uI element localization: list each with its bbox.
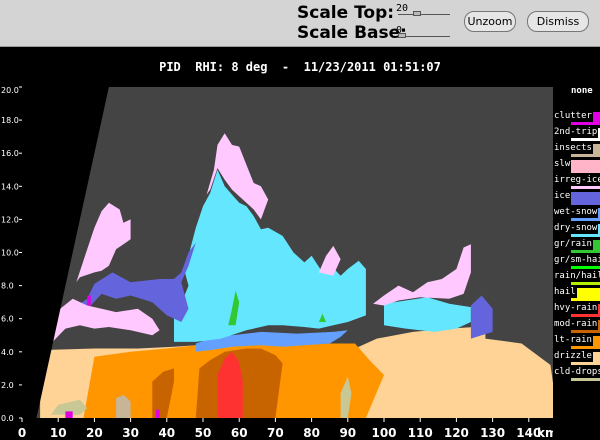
legend-label: insects [553,143,593,154]
x-tick-label: 110 [408,426,433,440]
y-tick-label: 2.0 [1,381,14,390]
rhi-plot[interactable]: 0.02.04.06.08.010.012.014.016.018.020.0 … [0,86,553,440]
scale-top-thumb[interactable] [412,11,421,16]
scale-base-label: Scale Base: [297,23,407,43]
y-tick-label: 10.0 [1,249,19,258]
legend-label: ice [553,191,572,202]
legend-label: rain/hail [553,271,600,282]
legend-none-label: none [571,86,593,96]
legend-label: clutter [553,111,593,122]
legend-label: gr/rain [553,239,593,250]
unzoom-button[interactable]: Unzoom [464,11,516,32]
legend-item: dry-snow [553,222,600,238]
legend-item: gr/sm-hail [553,254,600,270]
legend-item: cld-drops [553,366,600,382]
y-tick-label: 0.0 [1,414,14,423]
x-tick-label: 20 [86,426,103,440]
y-tick-label: 4.0 [1,348,14,357]
scale-top-label: Scale Top: [297,3,395,23]
legend-item: drizzle [553,350,600,366]
y-tick-label: 16.0 [1,149,19,158]
legend-label: drizzle [553,351,593,362]
legend-item: rain/hail [553,270,600,286]
legend-label: irreg-ice [553,175,600,186]
toolbar: Scale Top: 20 Scale Base: 0 Unzoom Dismi… [0,0,600,47]
legend-item: lt-rain [553,334,600,350]
x-tick-label: 90 [339,426,356,440]
legend-swatch [571,160,600,173]
x-tick-label: 0 [18,426,26,440]
y-tick-label: 20.0 [1,86,19,95]
x-tick-label: 100 [371,426,396,440]
legend-label: dry-snow [553,223,599,234]
legend-label: 2nd-trip [553,127,599,138]
y-tick-label: 14.0 [1,182,19,191]
legend-label: gr/sm-hail [553,255,600,266]
legend-label: hail [553,287,577,298]
scale-base-thumb[interactable] [398,33,406,38]
y-tick-label: 6.0 [1,315,14,324]
legend-label: hvy-rain [553,303,599,314]
region-clutter [87,295,91,306]
x-tick-label: 10 [50,426,67,440]
y-axis: 0.0 2.0 4.0 6.0 8.0 10.0 12.0 14.0 16.0 18.0 20.0 [1,86,22,423]
legend-item: gr/rain [553,238,600,254]
x-tick-label: 70 [267,426,284,440]
legend-item: 2nd-trip [553,126,600,142]
x-tick-label: 120 [444,426,469,440]
legend-label: mod-rain [553,319,599,330]
dismiss-button[interactable]: Dismiss [527,11,589,32]
x-tick-label: 60 [231,426,248,440]
plot-title: PID RHI: 8 deg - 11/23/2011 01:51:07 [159,60,441,74]
legend-item: hail [553,286,600,302]
legend-label: slw [553,159,572,170]
legend-item: irreg-ice [553,174,600,190]
legend-item: hvy-rain [553,302,600,318]
y-tick-label: 8.0 [1,282,14,291]
legend-label: lt-rain [553,335,593,346]
region-clutter [155,409,160,418]
legend-item: insects [553,142,600,158]
legend-item: mod-rain [553,318,600,334]
x-tick-label: 30 [122,426,139,440]
scale-top-value: 20 [396,3,409,14]
x-tick-label: 130 [480,426,505,440]
scale-top-slider[interactable]: 20 [396,3,454,19]
legend-item: clutter [553,110,600,126]
scale-top-track[interactable] [398,14,450,15]
y-tick-label: 12.0 [1,215,19,224]
y-tick-label: 18.0 [1,116,19,125]
scale-base-slider[interactable]: 0 [396,25,454,41]
x-axis-unit-label: km [537,426,553,440]
region-clutter [65,411,73,418]
x-tick-label: 40 [158,426,175,440]
legend-label: wet-snow [553,207,599,218]
x-axis: 0 10 20 30 40 50 60 70 80 90 100 110 120 130 140km [18,418,553,440]
legend-item: wet-snow [553,206,600,222]
legend-label: cld-drops [553,367,600,378]
legend-item: slw [553,158,600,174]
x-tick-label: 80 [303,426,320,440]
legend-item: ice [553,190,600,206]
legend-swatch [571,192,600,205]
x-tick-label: 50 [195,426,212,440]
